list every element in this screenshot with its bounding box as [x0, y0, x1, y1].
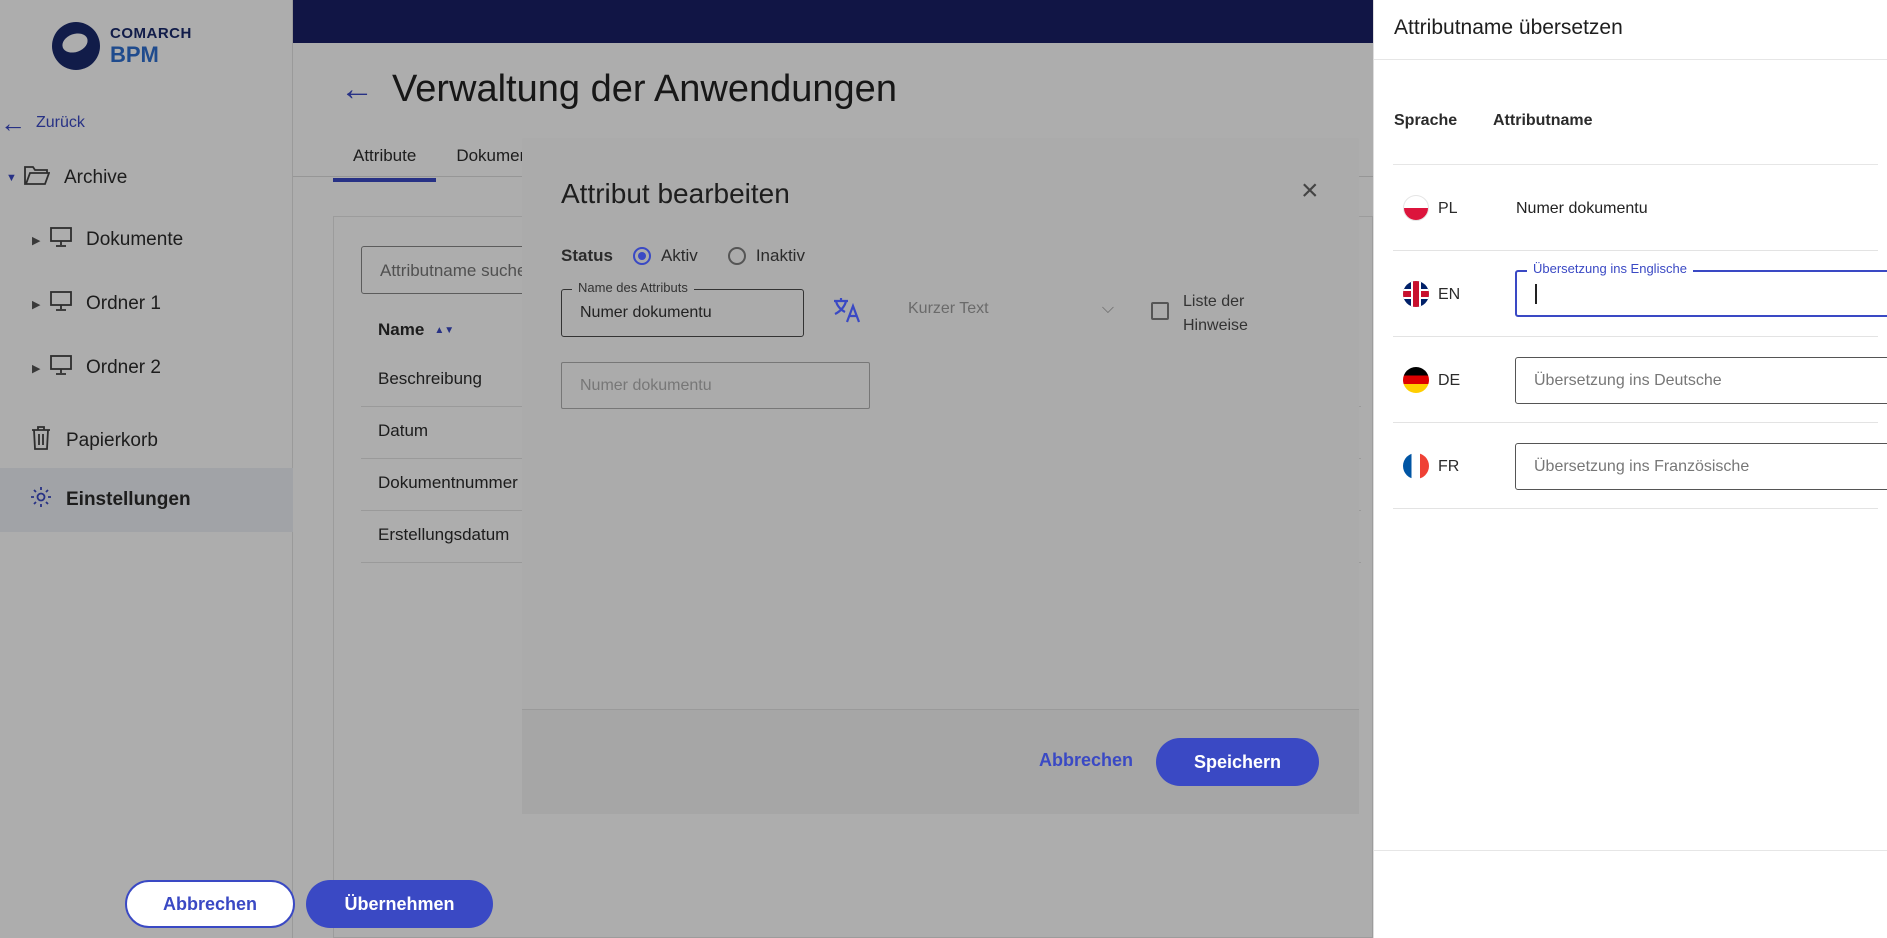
panel-title: Attributname übersetzen: [1394, 16, 1623, 39]
text-cursor: [1535, 284, 1537, 304]
footer-divider: [1374, 850, 1887, 851]
column-header-name: Attributname: [1493, 112, 1593, 129]
close-icon[interactable]: ×: [1301, 176, 1319, 206]
dialog-save-button[interactable]: Speichern: [1156, 738, 1319, 786]
list-hints-checkbox[interactable]: [1151, 302, 1169, 320]
panel-divider: [1374, 59, 1887, 60]
translation-row-fr: FR Übersetzung ins Französische: [1393, 423, 1887, 509]
translation-row-en: EN Übersetzung ins Englische: [1393, 251, 1887, 337]
radio-inaktiv[interactable]: [727, 247, 746, 265]
translation-value: Numer dokumentu: [1516, 200, 1648, 217]
language-code: FR: [1438, 458, 1460, 475]
translate-icon[interactable]: [832, 296, 862, 331]
dialog-title: Attribut bearbeiten: [561, 178, 790, 209]
translation-panel: Attributname übersetzen Sprache Attribut…: [1373, 0, 1887, 938]
type-select-value: Kurzer Text: [908, 300, 989, 317]
status-label: Status: [561, 246, 613, 265]
flag-de-icon: [1403, 367, 1429, 393]
flag-fr-icon: [1403, 453, 1429, 479]
flag-uk-icon: [1403, 281, 1429, 307]
language-code: DE: [1438, 372, 1461, 389]
radio-aktiv[interactable]: [632, 247, 651, 265]
language-code: PL: [1438, 200, 1458, 217]
type-select[interactable]: Kurzer Text ⌵: [908, 300, 1114, 318]
translation-row-de: DE Übersetzung ins Deutsche: [1393, 337, 1887, 423]
status-row: Status Aktiv Inaktiv: [561, 246, 835, 266]
panel-cancel-button[interactable]: Abbrechen: [125, 880, 295, 928]
language-code: EN: [1438, 286, 1461, 303]
list-hints-label: Liste der Hinweise: [1183, 293, 1248, 334]
panel-apply-button[interactable]: Übernehmen: [306, 880, 493, 928]
translation-row-pl: PL Numer dokumentu: [1393, 165, 1878, 251]
flag-pl-icon: [1403, 195, 1429, 221]
chevron-down-icon: ⌵: [1101, 300, 1114, 317]
radio-label-inaktiv: Inaktiv: [755, 246, 805, 265]
translation-input-fr[interactable]: Übersetzung ins Französische: [1515, 443, 1887, 490]
dialog-cancel-button[interactable]: Abbrechen: [1039, 750, 1133, 771]
column-header-language: Sprache: [1394, 112, 1458, 129]
radio-label-aktiv: Aktiv: [660, 246, 698, 265]
attribute-name-field[interactable]: Name des Attributs Numer dokumentu: [561, 280, 804, 337]
translation-input-de[interactable]: Übersetzung ins Deutsche: [1515, 357, 1887, 404]
description-input[interactable]: Numer dokumentu: [561, 362, 870, 409]
translation-input-en[interactable]: Übersetzung ins Englische: [1515, 261, 1887, 317]
field-label: Name des Attributs: [572, 280, 694, 295]
field-label: Übersetzung ins Englische: [1527, 261, 1693, 276]
field-value: Numer dokumentu: [580, 304, 712, 321]
